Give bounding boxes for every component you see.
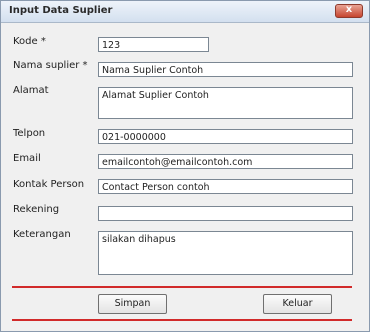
alamat-label: Alamat xyxy=(13,85,49,96)
separator-top xyxy=(12,286,352,288)
kontak-person-input[interactable]: Contact Person contoh xyxy=(98,179,353,194)
telpon-input[interactable]: 021-0000000 xyxy=(98,129,353,144)
separator-bottom xyxy=(12,319,352,321)
kode-input[interactable]: 123 xyxy=(98,37,209,52)
simpan-button[interactable]: Simpan xyxy=(98,294,167,314)
rekening-label: Rekening xyxy=(13,204,60,215)
title-bar[interactable]: Input Data Suplier x xyxy=(1,1,369,23)
window-title: Input Data Suplier xyxy=(9,5,113,16)
kontak-person-label: Kontak Person xyxy=(13,179,85,190)
close-icon: x xyxy=(345,4,353,15)
telpon-label: Telpon xyxy=(13,128,46,139)
keterangan-textarea[interactable]: silakan dihapus xyxy=(98,231,353,275)
alamat-textarea[interactable]: Alamat Suplier Contoh xyxy=(98,87,353,119)
email-label: Email xyxy=(13,153,41,164)
keluar-label: Keluar xyxy=(282,298,313,309)
keterangan-label: Keterangan xyxy=(13,229,71,240)
simpan-label: Simpan xyxy=(114,298,151,309)
rekening-input[interactable] xyxy=(98,206,353,221)
supplier-input-dialog: Input Data Suplier x Kode * 123 Nama sup… xyxy=(0,0,370,332)
keluar-button[interactable]: Keluar xyxy=(263,294,332,314)
close-button[interactable]: x xyxy=(335,4,363,18)
nama-suplier-input[interactable]: Nama Suplier Contoh xyxy=(98,62,353,77)
nama-suplier-label: Nama suplier * xyxy=(13,60,88,71)
email-input[interactable]: emailcontoh@emailcontoh.com xyxy=(98,154,353,169)
kode-label: Kode * xyxy=(13,36,46,47)
